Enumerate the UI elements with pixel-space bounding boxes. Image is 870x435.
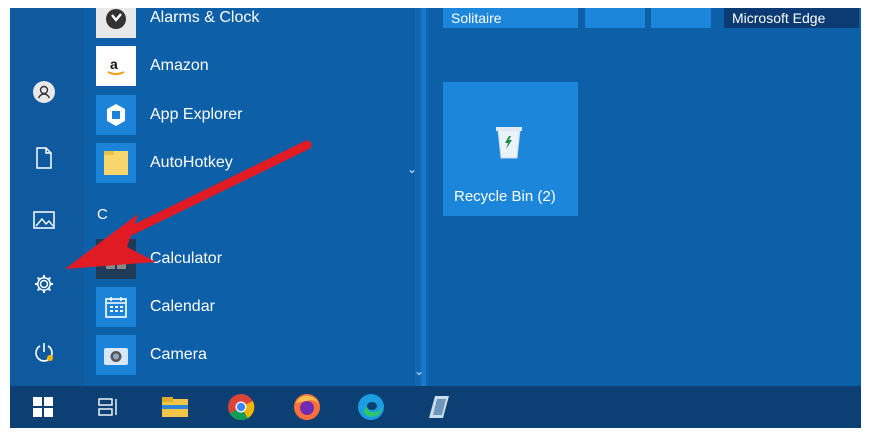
tile-label: Recycle Bin (2) xyxy=(454,188,556,205)
app-label: Calendar xyxy=(150,298,215,315)
file-explorer-icon[interactable] xyxy=(160,392,190,422)
svg-text:a: a xyxy=(110,56,118,72)
start-menu: Alarms & Clock a Amazon App Explorer Aut… xyxy=(10,8,861,428)
app-autohotkey[interactable]: AutoHotkey xyxy=(96,141,396,185)
amazon-icon: a xyxy=(96,46,136,86)
start-rail xyxy=(10,8,84,386)
app-label: Camera xyxy=(150,346,207,363)
windows-start-icon[interactable] xyxy=(28,392,58,422)
app-label: Amazon xyxy=(150,57,209,74)
app-calendar[interactable]: Calendar xyxy=(96,285,396,329)
app-alarms-clock[interactable]: Alarms & Clock xyxy=(96,8,396,40)
task-view-icon[interactable] xyxy=(94,392,124,422)
app-explorer-icon xyxy=(96,95,136,135)
tile-solitaire[interactable]: Solitaire xyxy=(443,8,578,28)
tile-small-2[interactable] xyxy=(651,8,711,28)
app-amazon[interactable]: a Amazon xyxy=(96,44,396,88)
edge-icon[interactable] xyxy=(356,392,386,422)
user-icon[interactable] xyxy=(30,78,58,106)
app-label: AutoHotkey xyxy=(150,154,233,171)
app-icon[interactable] xyxy=(424,392,454,422)
app-label: App Explorer xyxy=(150,106,243,123)
tile-small-1[interactable] xyxy=(585,8,645,28)
camera-icon xyxy=(96,335,136,375)
scroll-down-arrow-icon[interactable]: ⌄ xyxy=(414,364,424,378)
alarm-clock-icon xyxy=(96,8,136,38)
pictures-icon[interactable] xyxy=(30,206,58,234)
power-icon[interactable] xyxy=(30,338,58,366)
tiles-area: Solitaire Microsoft Edge Recycle Bin (2) xyxy=(429,8,861,386)
tile-label: Microsoft Edge xyxy=(732,10,826,26)
app-list: Alarms & Clock a Amazon App Explorer Aut… xyxy=(84,8,429,386)
calendar-icon xyxy=(96,287,136,327)
app-label: Alarms & Clock xyxy=(150,9,260,26)
tile-label: Solitaire xyxy=(451,10,502,26)
scrollbar-thumb[interactable] xyxy=(421,8,426,386)
app-calculator[interactable]: Calculator xyxy=(96,237,396,281)
section-letter[interactable]: C xyxy=(97,206,108,223)
app-label: Calculator xyxy=(150,250,223,267)
recycle-bin-icon xyxy=(492,122,526,165)
tile-edge[interactable]: Microsoft Edge xyxy=(724,8,859,28)
tile-recycle-bin[interactable]: Recycle Bin (2) xyxy=(443,82,578,216)
settings-gear-icon[interactable] xyxy=(30,270,58,298)
app-camera[interactable]: Camera xyxy=(96,333,396,377)
folder-icon xyxy=(96,143,136,183)
taskbar xyxy=(10,386,861,428)
document-icon[interactable] xyxy=(30,144,58,172)
firefox-icon[interactable] xyxy=(292,392,322,422)
calculator-icon xyxy=(96,239,136,279)
app-app-explorer[interactable]: App Explorer xyxy=(96,93,396,137)
chrome-icon[interactable] xyxy=(226,392,256,422)
